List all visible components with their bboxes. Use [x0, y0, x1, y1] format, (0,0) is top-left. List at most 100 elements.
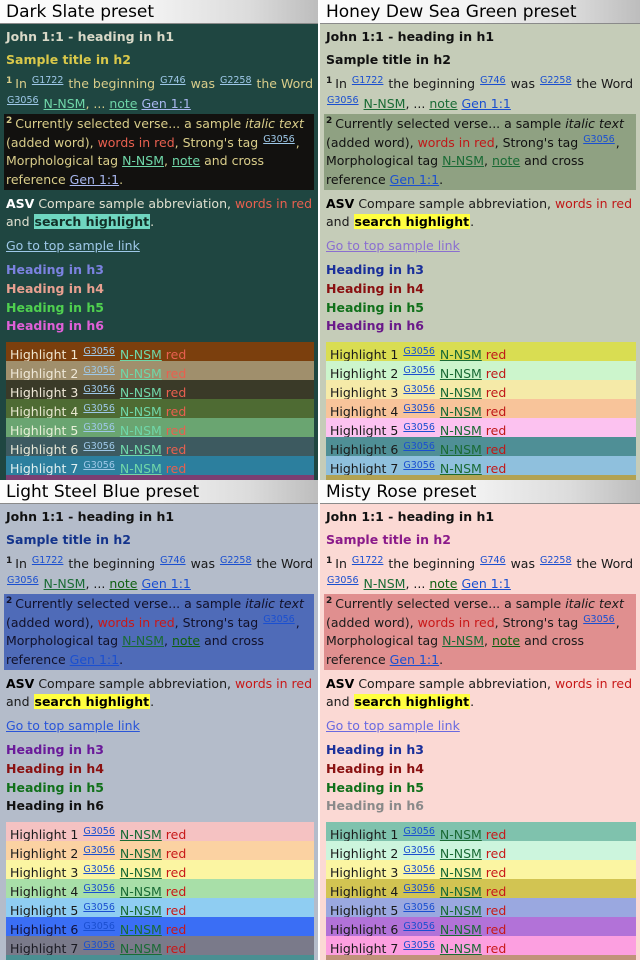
strong-number-link[interactable]: G3056 — [83, 365, 115, 376]
morphology-link[interactable]: N-NSM — [120, 827, 162, 841]
morphology-link[interactable]: N-NSM — [440, 922, 482, 936]
strong-number-link[interactable]: G3056 — [263, 134, 295, 145]
morphology-link[interactable]: N-NSM — [120, 385, 162, 399]
note-link[interactable]: note — [109, 576, 137, 591]
strong-number-link[interactable]: G3056 — [7, 575, 39, 586]
cross-reference-link[interactable]: Gen 1:1 — [461, 576, 510, 591]
strong-number-link[interactable]: G3056 — [403, 460, 435, 471]
strong-number-link[interactable]: G3056 — [403, 441, 435, 452]
morphology-link[interactable]: N-NSM — [120, 423, 162, 437]
go-to-top-link[interactable]: Go to top sample link — [326, 237, 636, 255]
strong-number-link[interactable]: G3056 — [83, 940, 115, 951]
strong-number-link[interactable]: G3056 — [403, 384, 435, 395]
note-link[interactable]: note — [172, 153, 200, 168]
strong-number-link[interactable]: G746 — [160, 75, 186, 86]
strong-number-link[interactable]: G3056 — [83, 441, 115, 452]
strong-number-link[interactable]: G1722 — [352, 555, 384, 566]
strong-number-link[interactable]: G1722 — [32, 555, 64, 566]
morphology-link[interactable]: N-NSM — [440, 404, 482, 418]
morphology-link[interactable]: N-NSM — [440, 903, 482, 917]
strong-number-link[interactable]: G3056 — [327, 575, 359, 586]
morphology-link[interactable]: N-NSM — [440, 347, 482, 361]
cross-reference-link[interactable]: Gen 1:1 — [70, 652, 119, 667]
morphology-link[interactable]: N-NSM — [120, 442, 162, 456]
morphology-link[interactable]: N-NSM — [120, 922, 162, 936]
cross-reference-link[interactable]: Gen 1:1 — [70, 172, 119, 187]
strong-number-link[interactable]: G3056 — [583, 614, 615, 625]
morphology-link[interactable]: N-NSM — [442, 153, 484, 168]
strong-number-link[interactable]: G1722 — [32, 75, 64, 86]
morphology-link[interactable]: N-NSM — [44, 96, 86, 111]
strong-number-link[interactable]: G3056 — [7, 95, 39, 106]
note-link[interactable]: note — [429, 96, 457, 111]
morphology-link[interactable]: N-NSM — [440, 385, 482, 399]
morphology-link[interactable]: N-NSM — [120, 366, 162, 380]
strong-number-link[interactable]: G3056 — [83, 845, 115, 856]
note-link[interactable]: note — [492, 633, 520, 648]
strong-number-link[interactable]: G3056 — [83, 921, 115, 932]
strong-number-link[interactable]: G3056 — [83, 826, 115, 837]
cross-reference-link[interactable]: Gen 1:1 — [461, 96, 510, 111]
morphology-link[interactable]: N-NSM — [120, 404, 162, 418]
morphology-link[interactable]: N-NSM — [120, 846, 162, 860]
cross-reference-link[interactable]: Gen 1:1 — [141, 96, 190, 111]
note-link[interactable]: note — [172, 633, 200, 648]
strong-number-link[interactable]: G3056 — [83, 346, 115, 357]
strong-number-link[interactable]: G746 — [160, 555, 186, 566]
morphology-link[interactable]: N-NSM — [120, 903, 162, 917]
strong-number-link[interactable]: G1722 — [352, 75, 384, 86]
strong-number-link[interactable]: G3056 — [403, 864, 435, 875]
strong-number-link[interactable]: G3056 — [403, 940, 435, 951]
strong-number-link[interactable]: G3056 — [403, 422, 435, 433]
strong-number-link[interactable]: G3056 — [403, 346, 435, 357]
note-link[interactable]: note — [492, 153, 520, 168]
morphology-link[interactable]: N-NSM — [122, 153, 164, 168]
strong-number-link[interactable]: G3056 — [83, 864, 115, 875]
morphology-link[interactable]: N-NSM — [122, 633, 164, 648]
strong-number-link[interactable]: G3056 — [83, 883, 115, 894]
strong-number-link[interactable]: G3056 — [403, 826, 435, 837]
strong-number-link[interactable]: G746 — [480, 555, 506, 566]
morphology-link[interactable]: N-NSM — [120, 347, 162, 361]
strong-number-link[interactable]: G3056 — [83, 902, 115, 913]
strong-number-link[interactable]: G3056 — [403, 883, 435, 894]
morphology-link[interactable]: N-NSM — [440, 442, 482, 456]
morphology-link[interactable]: N-NSM — [120, 461, 162, 475]
strong-number-link[interactable]: G3056 — [583, 134, 615, 145]
strong-number-link[interactable]: G2258 — [540, 75, 572, 86]
go-to-top-link[interactable]: Go to top sample link — [326, 717, 636, 735]
morphology-link[interactable]: N-NSM — [120, 865, 162, 879]
go-to-top-link[interactable]: Go to top sample link — [6, 237, 314, 255]
morphology-link[interactable]: N-NSM — [440, 423, 482, 437]
strong-number-link[interactable]: G3056 — [83, 403, 115, 414]
strong-number-link[interactable]: G3056 — [403, 921, 435, 932]
note-link[interactable]: note — [109, 96, 137, 111]
strong-number-link[interactable]: G2258 — [220, 555, 252, 566]
morphology-link[interactable]: N-NSM — [364, 576, 406, 591]
morphology-link[interactable]: N-NSM — [440, 366, 482, 380]
go-to-top-link[interactable]: Go to top sample link — [6, 717, 314, 735]
strong-number-link[interactable]: G3056 — [403, 902, 435, 913]
strong-number-link[interactable]: G2258 — [220, 75, 252, 86]
cross-reference-link[interactable]: Gen 1:1 — [141, 576, 190, 591]
strong-number-link[interactable]: G3056 — [403, 365, 435, 376]
strong-number-link[interactable]: G3056 — [327, 95, 359, 106]
morphology-link[interactable]: N-NSM — [440, 941, 482, 955]
strong-number-link[interactable]: G3056 — [83, 422, 115, 433]
cross-reference-link[interactable]: Gen 1:1 — [390, 172, 439, 187]
strong-number-link[interactable]: G3056 — [263, 614, 295, 625]
morphology-link[interactable]: N-NSM — [120, 884, 162, 898]
morphology-link[interactable]: N-NSM — [440, 461, 482, 475]
morphology-link[interactable]: N-NSM — [442, 633, 484, 648]
morphology-link[interactable]: N-NSM — [440, 827, 482, 841]
morphology-link[interactable]: N-NSM — [440, 846, 482, 860]
strong-number-link[interactable]: G2258 — [540, 555, 572, 566]
strong-number-link[interactable]: G3056 — [403, 845, 435, 856]
strong-number-link[interactable]: G3056 — [83, 384, 115, 395]
morphology-link[interactable]: N-NSM — [440, 884, 482, 898]
morphology-link[interactable]: N-NSM — [44, 576, 86, 591]
strong-number-link[interactable]: G3056 — [83, 460, 115, 471]
morphology-link[interactable]: N-NSM — [120, 941, 162, 955]
strong-number-link[interactable]: G3056 — [403, 403, 435, 414]
note-link[interactable]: note — [429, 576, 457, 591]
